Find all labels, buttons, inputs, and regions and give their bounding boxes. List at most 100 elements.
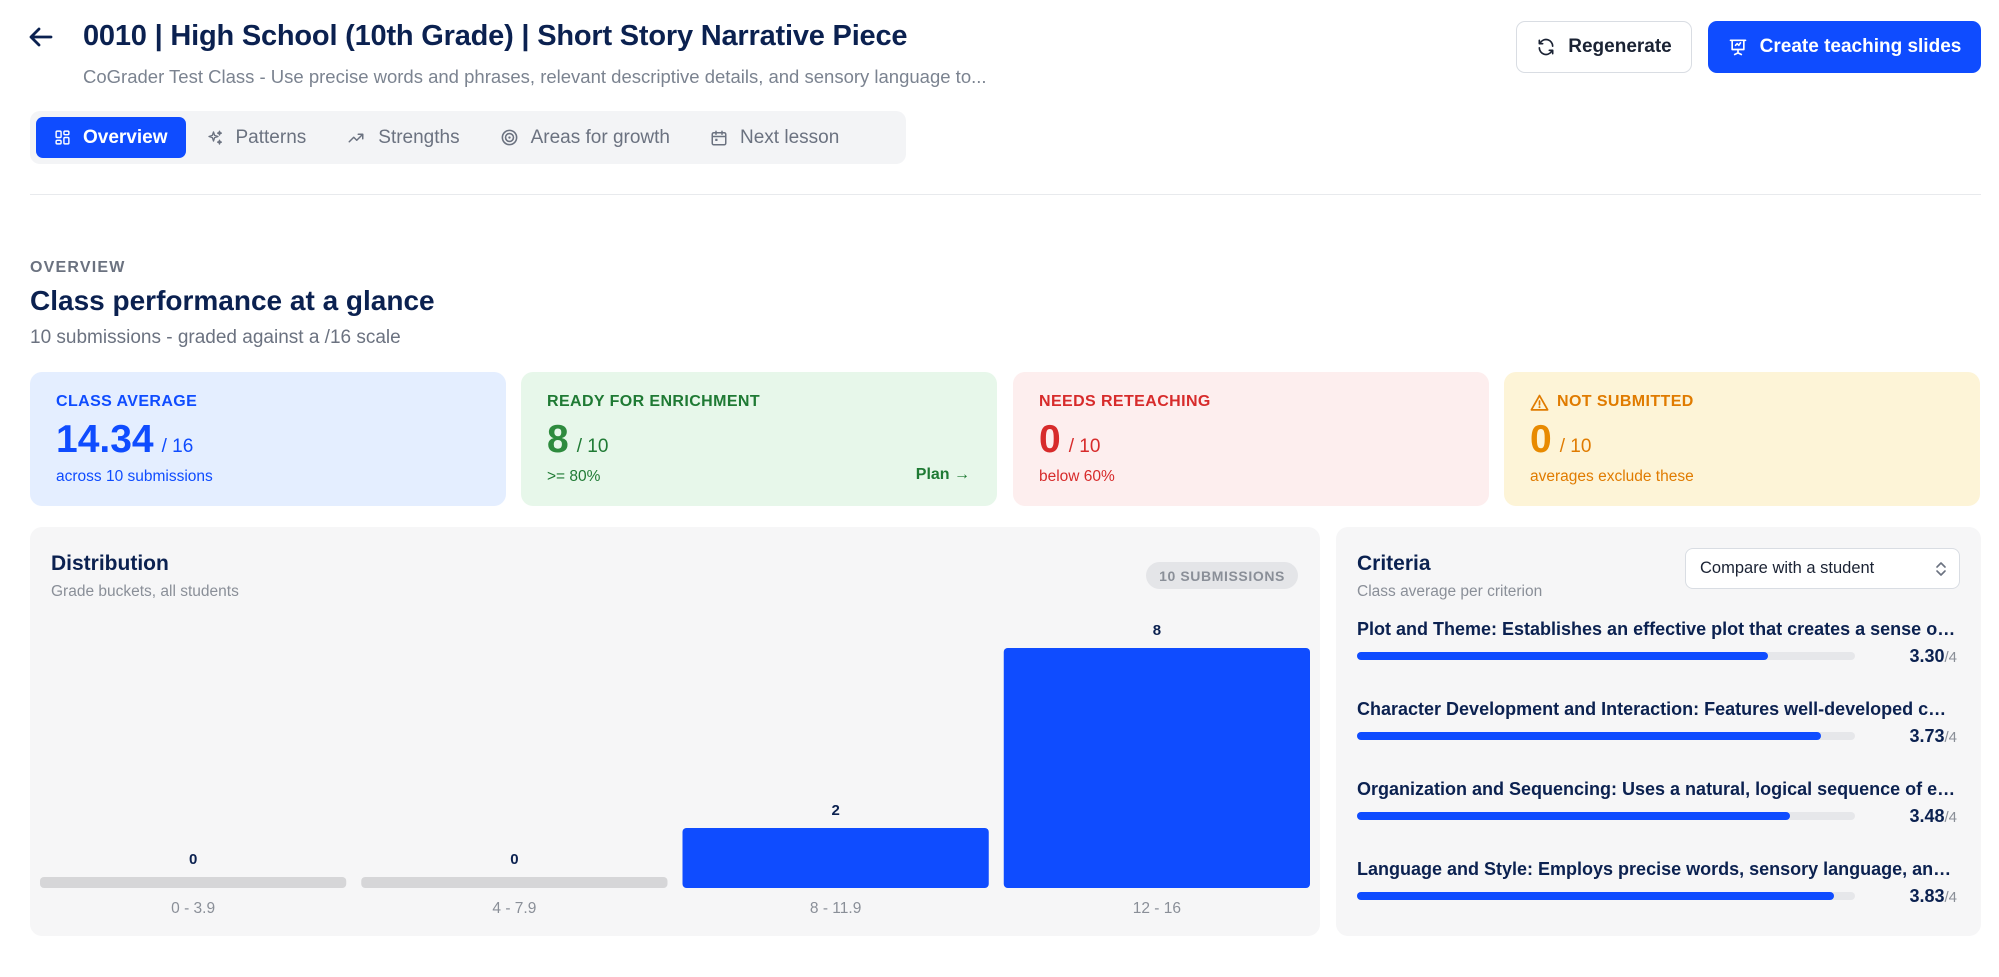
criterion-score: 3.83/4 [1909, 886, 1957, 907]
tab-patterns[interactable]: Patterns [186, 117, 327, 158]
reteaching-total: / 10 [1068, 436, 1101, 457]
section-title: Class performance at a glance [30, 285, 435, 316]
section-eyebrow: OVERVIEW [30, 259, 126, 276]
criterion-item: Organization and Sequencing: Uses a natu… [1357, 779, 1957, 826]
criterion-score: 3.30/4 [1909, 646, 1957, 667]
not-submitted-note: averages exclude these [1530, 468, 1694, 485]
tab-bar: Overview Patterns Strengths Areas for gr… [30, 111, 906, 164]
criterion-score: 3.73/4 [1909, 726, 1957, 747]
presentation-icon [1729, 39, 1746, 56]
bar-value-label: 8 [1153, 622, 1161, 639]
criterion-bar [1357, 732, 1855, 740]
criterion-bar-fill [1357, 892, 1834, 900]
bar-value-label: 0 [510, 851, 518, 868]
class-average-card: CLASS AVERAGE 14.34 / 16 across 10 submi… [30, 372, 506, 506]
warning-icon [1530, 394, 1549, 411]
back-button[interactable] [26, 22, 56, 52]
divider [30, 194, 1981, 195]
target-icon [501, 129, 518, 146]
bar-value-label: 0 [189, 851, 197, 868]
page-title: 0010 | High School (10th Grade) | Short … [83, 20, 908, 52]
sparkles-icon [207, 130, 222, 145]
bar-value-label: 2 [831, 802, 839, 819]
criterion-bar [1357, 652, 1855, 660]
criterion-score-value: 3.73 [1909, 726, 1945, 746]
criterion-item: Character Development and Interaction: F… [1357, 699, 1957, 746]
enrichment-card: READY FOR ENRICHMENT 8 / 10 >= 80% Plan … [521, 372, 997, 506]
tab-strengths[interactable]: Strengths [326, 117, 479, 158]
tab-overview-label: Overview [83, 126, 168, 148]
criteria-panel: Criteria Class average per criterion Com… [1336, 527, 1981, 936]
trending-up-icon [348, 133, 364, 142]
refresh-icon [1538, 38, 1554, 56]
criterion-score-value: 3.83 [1909, 886, 1945, 906]
not-submitted-value: 0 [1530, 418, 1552, 461]
enrichment-value: 8 [547, 418, 569, 461]
bar-0-3.9 [40, 877, 347, 888]
class-average-label: CLASS AVERAGE [56, 393, 198, 410]
bar-4-7.9 [361, 877, 668, 888]
tab-next-lesson[interactable]: Next lesson [690, 117, 859, 158]
criterion-bar-fill [1357, 732, 1822, 740]
criterion-item: Plot and Theme: Establishes an effective… [1357, 619, 1957, 666]
calendar-icon [711, 130, 727, 145]
regenerate-button[interactable]: Regenerate [1516, 21, 1692, 73]
criterion-name: Language and Style: Employs precise word… [1357, 859, 1957, 879]
enrichment-note: >= 80% [547, 468, 601, 485]
bar-category-label: 4 - 7.9 [492, 900, 536, 917]
reteaching-card: NEEDS RETEACHING 0 / 10 below 60% [1013, 372, 1489, 506]
tab-overview[interactable]: Overview [36, 117, 186, 158]
grid-icon [55, 130, 70, 145]
arrow-left-icon [29, 27, 53, 47]
compare-student-select[interactable]: Compare with a student [1685, 548, 1960, 589]
criterion-bar-fill [1357, 812, 1791, 820]
criterion-item: Language and Style: Employs precise word… [1357, 859, 1957, 906]
criterion-name: Character Development and Interaction: F… [1357, 699, 1957, 719]
create-teaching-slides-button[interactable]: Create teaching slides [1708, 21, 1981, 73]
class-average-note: across 10 submissions [56, 468, 213, 485]
compare-student-label: Compare with a student [1700, 559, 1875, 577]
criteria-title: Criteria [1357, 552, 1431, 575]
criterion-bar [1357, 812, 1855, 820]
reteaching-note: below 60% [1039, 468, 1115, 485]
not-submitted-label-row: NOT SUBMITTED [1530, 392, 1954, 412]
criteria-subtitle: Class average per criterion [1357, 583, 1543, 600]
bar-category-label: 8 - 11.9 [810, 900, 861, 917]
class-average-scale: / 16 [161, 436, 194, 457]
enrichment-total: / 10 [576, 436, 609, 457]
plan-link[interactable]: Plan → [916, 466, 970, 484]
tab-patterns-label: Patterns [235, 126, 307, 148]
bar-category-label: 0 - 3.9 [171, 900, 215, 917]
tab-areas-for-growth[interactable]: Areas for growth [480, 117, 690, 158]
not-submitted-label: NOT SUBMITTED [1557, 393, 1694, 410]
bar-category-label: 12 - 16 [1133, 900, 1181, 917]
criterion-score-max: /4 [1944, 889, 1957, 906]
distribution-title: Distribution [51, 552, 169, 575]
criterion-bar [1357, 892, 1855, 900]
class-average-value: 14.34 [56, 418, 154, 461]
criterion-name: Plot and Theme: Establishes an effective… [1357, 619, 1957, 639]
bar-8-11.9 [682, 828, 989, 888]
bar-12-16 [1003, 648, 1310, 888]
criterion-score-max: /4 [1944, 729, 1957, 746]
reteaching-value: 0 [1039, 418, 1061, 461]
criterion-name: Organization and Sequencing: Uses a natu… [1357, 779, 1957, 799]
criterion-score-value: 3.48 [1909, 806, 1945, 826]
distribution-subtitle: Grade buckets, all students [51, 583, 239, 600]
page-subtitle: CoGrader Test Class - Use precise words … [83, 66, 987, 87]
distribution-panel: 0 0 - 3.9 0 4 - 7.9 2 8 - 11.9 8 12 - 16 Distri… [30, 527, 1320, 936]
criterion-score-max: /4 [1944, 809, 1957, 826]
enrichment-label: READY FOR ENRICHMENT [547, 393, 761, 410]
submissions-badge: 10 SUBMISSIONS [1146, 562, 1298, 589]
not-submitted-card: NOT SUBMITTED 0 / 10 averages exclude th… [1504, 372, 1980, 506]
regenerate-label: Regenerate [1568, 36, 1672, 57]
tab-next-lesson-label: Next lesson [740, 126, 840, 148]
reteaching-label: NEEDS RETEACHING [1039, 393, 1211, 410]
chevron-updown-icon [1936, 562, 1946, 576]
not-submitted-total: / 10 [1559, 436, 1592, 457]
criterion-bar-fill [1357, 652, 1768, 660]
create-teaching-slides-label: Create teaching slides [1759, 36, 1962, 57]
section-subtitle: 10 submissions - graded against a /16 sc… [30, 327, 401, 348]
criterion-score-max: /4 [1944, 649, 1957, 666]
tab-strengths-label: Strengths [378, 126, 460, 148]
